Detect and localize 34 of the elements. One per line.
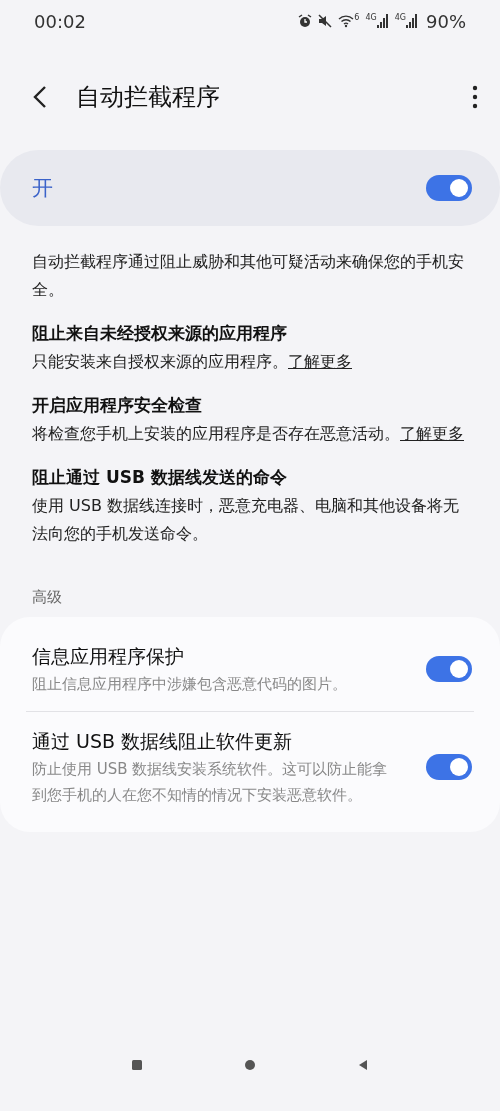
setting-description: 阻止信息应用程序中涉嫌包含恶意代码的图片。: [32, 674, 348, 695]
setting-title: 信息应用程序保护: [32, 644, 185, 669]
description-text: 自动拦截程序通过阻止威胁和其他可疑活动来确保您的手机安全。: [32, 251, 465, 301]
learn-more-link[interactable]: 了解更多: [400, 424, 464, 443]
setting-title: 通过 USB 数据线阻止软件更新: [32, 729, 294, 754]
toggle-switch[interactable]: [426, 754, 472, 780]
feature-title: 阻止通过 USB 数据线发送的命令: [32, 466, 288, 489]
signal-icon: [376, 14, 389, 28]
master-toggle-bar[interactable]: 开: [0, 150, 500, 226]
signal-icon: [406, 14, 418, 28]
toggle-switch[interactable]: [426, 656, 472, 682]
network-label: 4G: [365, 14, 377, 22]
section-heading: 高级: [32, 588, 63, 607]
recents-icon[interactable]: [130, 1059, 143, 1071]
toggle-label: 开: [32, 175, 54, 202]
clock-time: 00:02: [34, 10, 87, 32]
wifi-icon: [338, 14, 355, 28]
feature-title: 阻止来自未经授权来源的应用程序: [32, 322, 288, 345]
feature-title: 开启应用程序安全检查: [32, 394, 203, 417]
battery-level: 90%: [426, 10, 466, 32]
wifi-label: 6: [354, 14, 360, 22]
network-label: 4G: [394, 14, 406, 22]
mute-icon: [318, 14, 333, 28]
more-icon[interactable]: [472, 85, 478, 109]
feature-description: 只能安装来自授权来源的应用程序。了解更多: [32, 351, 353, 373]
alarm-icon: [298, 14, 313, 28]
toggle-switch[interactable]: [426, 175, 472, 201]
feature-description: 使用 USB 数据线连接时，恶意充电器、电脑和其他设备将无法向您的手机发送命令。: [32, 495, 460, 545]
setting-description: 防止使用 USB 数据线安装系统软件。这可以防止能拿到您手机的人在您不知情的情况下安装恶意软件。: [32, 759, 389, 806]
learn-more-link[interactable]: 了解更多: [288, 352, 352, 371]
page-title: 自动拦截程序: [76, 82, 221, 113]
back-nav-icon[interactable]: [357, 1059, 370, 1071]
home-icon[interactable]: [244, 1059, 256, 1071]
feature-description: 将检查您手机上安装的应用程序是否存在恶意活动。了解更多: [32, 423, 465, 445]
